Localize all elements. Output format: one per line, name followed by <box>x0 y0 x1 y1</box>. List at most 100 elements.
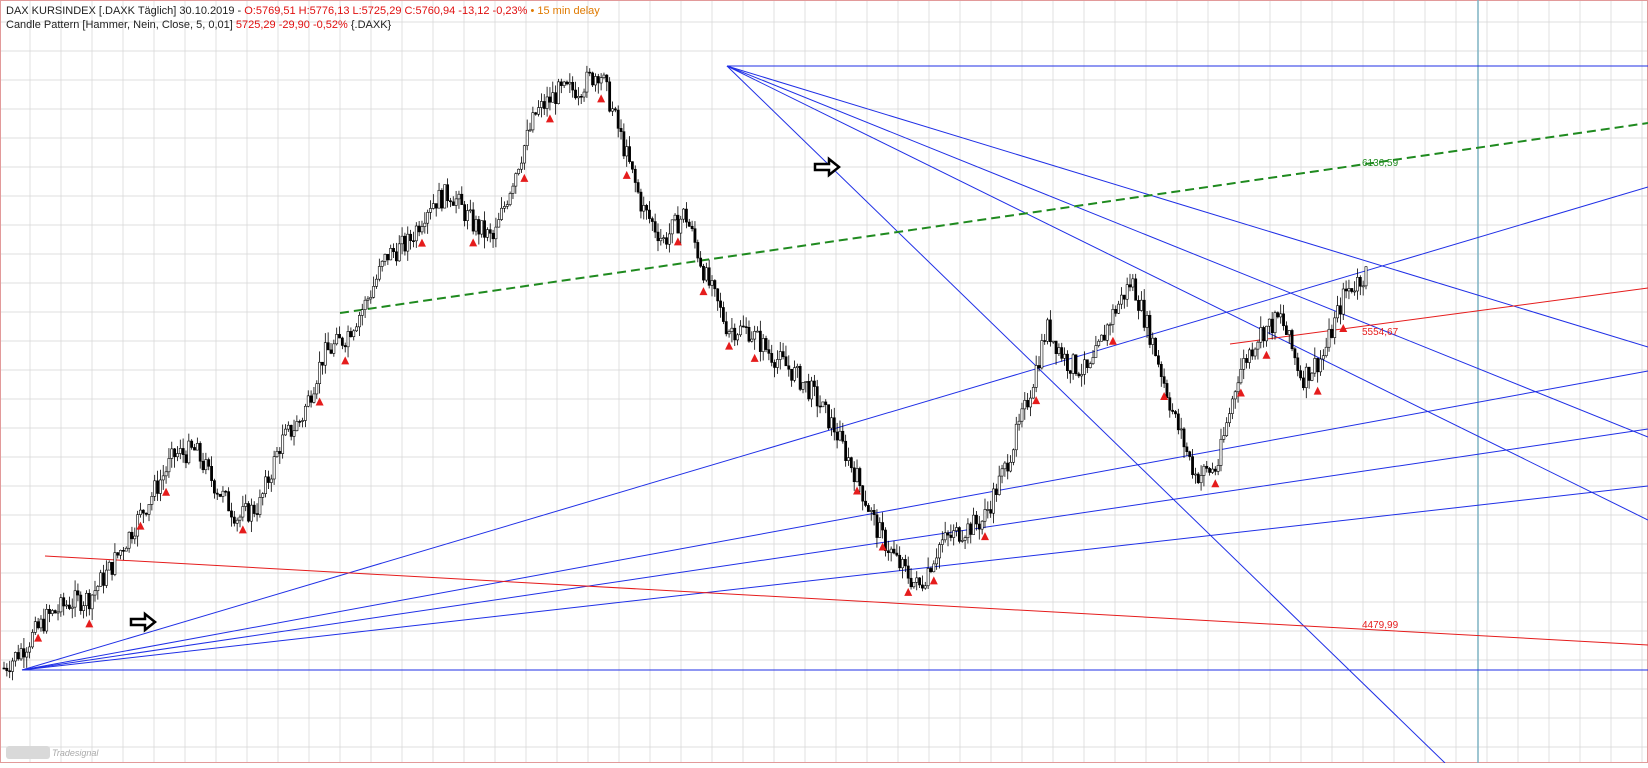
candle-body <box>1270 318 1274 334</box>
candle-body <box>713 280 717 290</box>
candle-body <box>443 184 447 209</box>
candle-body <box>394 251 398 262</box>
hammer-marker <box>622 170 631 179</box>
candle-body <box>753 331 757 340</box>
candle-body <box>847 457 850 461</box>
candle-body <box>1103 334 1106 341</box>
candle-body <box>468 209 472 212</box>
candle-body <box>687 221 691 227</box>
candle-body <box>832 417 836 433</box>
candle-body <box>778 351 782 360</box>
candle-body <box>849 457 853 469</box>
candle-body <box>770 353 774 363</box>
candle-body <box>1267 318 1271 327</box>
candle-body <box>508 193 512 205</box>
chart-area[interactable] <box>0 0 1648 764</box>
candle-body <box>835 431 839 441</box>
candle-body <box>230 510 233 518</box>
candle-body <box>648 209 651 219</box>
candle-body <box>571 81 575 91</box>
candle-body <box>591 72 594 86</box>
candle-body <box>153 480 157 497</box>
candle-body <box>986 509 990 511</box>
arrow-marker-left <box>129 611 158 633</box>
candle-body <box>793 367 796 381</box>
candle-body <box>790 368 794 381</box>
candle-body <box>912 581 916 588</box>
candle-body <box>667 233 671 245</box>
candle-body <box>1139 299 1143 311</box>
candle-body <box>238 516 242 521</box>
candle-body <box>957 527 961 542</box>
grid <box>0 0 1648 763</box>
candle-body <box>1222 435 1226 440</box>
candle-body <box>579 95 583 98</box>
candle-body <box>323 342 327 366</box>
candle-body <box>1319 358 1322 373</box>
candle-body <box>210 466 213 481</box>
candle-body <box>1248 349 1251 363</box>
candle-body <box>1199 475 1203 484</box>
candle-body <box>440 189 444 209</box>
candle-body <box>599 77 603 84</box>
candle-body <box>650 218 654 222</box>
candle-body <box>224 490 228 493</box>
candle-body <box>628 146 631 162</box>
red-trend-line-1 <box>44 555 1648 646</box>
candle-body <box>616 109 620 129</box>
candle-body <box>576 95 580 99</box>
candle-body <box>1236 382 1240 393</box>
candle-body <box>619 128 623 132</box>
candle-body <box>73 590 77 608</box>
candle-body <box>363 299 367 310</box>
candle-body <box>975 514 978 525</box>
candle-body <box>1219 438 1223 466</box>
candle-body <box>292 430 296 437</box>
candle-body <box>110 561 114 575</box>
price-chart[interactable] <box>0 0 1648 764</box>
candle-body <box>1037 365 1041 369</box>
candle-body <box>838 430 842 441</box>
candle-body <box>409 233 413 241</box>
candle-body <box>534 112 538 115</box>
candle-body <box>372 286 376 298</box>
candle-body <box>11 660 14 672</box>
candle-body <box>5 667 9 672</box>
candle-body <box>318 361 322 384</box>
candle-body <box>864 500 867 506</box>
candle-body <box>665 237 668 245</box>
candle-body <box>150 496 154 505</box>
candle-body <box>457 193 461 200</box>
fan-line-up-3 <box>21 428 1648 671</box>
candle-body <box>642 205 646 212</box>
candle-body <box>761 338 765 352</box>
candle-body <box>585 71 589 93</box>
candle-body <box>87 592 91 610</box>
candle-body <box>79 594 83 611</box>
candle-body <box>565 81 569 85</box>
candle-body <box>167 458 171 473</box>
candle-body <box>943 532 947 541</box>
candle-body <box>82 605 86 611</box>
candle-body <box>1145 315 1149 328</box>
candle-body <box>207 459 211 467</box>
candle-body <box>170 448 174 459</box>
candle-body <box>693 228 697 243</box>
candle-body <box>531 112 535 131</box>
candle-body <box>1256 341 1260 350</box>
candle-body <box>630 161 634 170</box>
candle-body <box>380 260 384 267</box>
candle-body <box>485 229 489 238</box>
candle-body <box>1211 468 1214 473</box>
candle-body <box>269 478 273 483</box>
candle-body <box>923 585 927 589</box>
candle-body <box>1339 305 1342 315</box>
candle-body <box>747 326 751 342</box>
fan-line-down-4 <box>726 65 1648 348</box>
candle-body <box>1302 377 1305 389</box>
indicator-symbol: {.DAXK} <box>347 19 392 31</box>
candle-body <box>1080 374 1084 377</box>
candle-body <box>1054 340 1058 354</box>
candle-body <box>807 381 811 400</box>
candle-body <box>221 490 225 497</box>
